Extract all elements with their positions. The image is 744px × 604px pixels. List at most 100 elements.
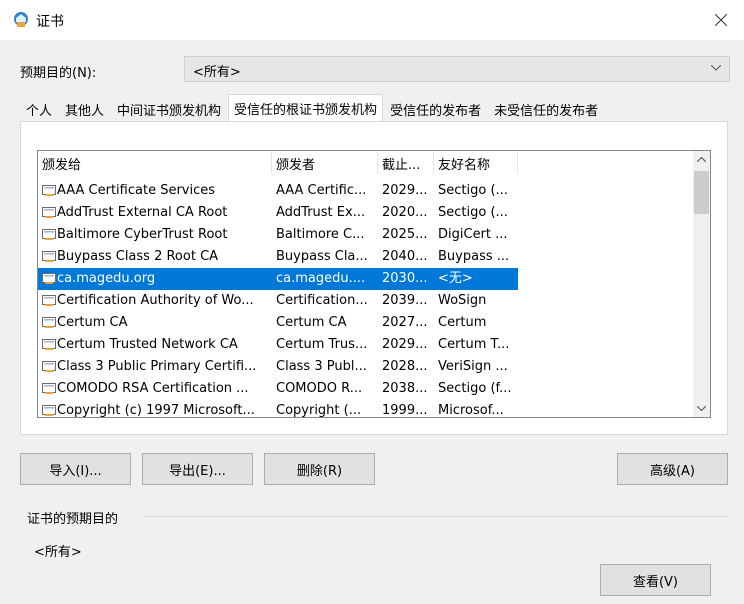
list-item[interactable]: AAA Certificate Services AAA Certific...… — [38, 180, 518, 202]
delete-button[interactable]: 删除(R) — [264, 453, 375, 485]
issued-by: AddTrust Ex... — [276, 205, 366, 220]
chevron-down-icon — [697, 406, 706, 411]
certificate-icon — [14, 12, 28, 27]
expiration-date: 2040... — [382, 249, 428, 264]
export-button[interactable]: 导出(E)... — [142, 453, 253, 485]
scrollbar-thumb[interactable] — [694, 171, 709, 214]
list-item[interactable]: COMODO RSA Certification ... COMODO R...… — [38, 378, 518, 400]
issued-by: COMODO R... — [276, 381, 363, 396]
expiration-date: 2030... — [382, 271, 428, 286]
expiration-date: 1999... — [382, 403, 428, 418]
purpose-select[interactable]: <所有> — [184, 56, 730, 82]
issued-by: Copyright (... — [276, 403, 362, 418]
list-item[interactable]: Buypass Class 2 Root CA Buypass Cla... 2… — [38, 246, 518, 268]
friendly-name: Certum T... — [438, 337, 510, 352]
issued-by: Buypass Cla... — [276, 249, 368, 264]
issued-to: AddTrust External CA Root — [57, 205, 228, 220]
tab-panel: 颁发给 颁发者 截止... 友好名称 AAA Certificate Servi… — [20, 121, 728, 435]
certificate-icon — [42, 207, 56, 218]
friendly-name: VeriSign ... — [438, 359, 508, 374]
friendly-name: Buypass ... — [438, 249, 510, 264]
tab-intermediate-ca[interactable]: 中间证书颁发机构 — [111, 96, 227, 120]
issued-by: Baltimore C... — [276, 227, 365, 242]
expiration-date: 2028... — [382, 359, 428, 374]
column-issued-to[interactable]: 颁发给 — [38, 151, 272, 174]
group-divider — [142, 516, 728, 517]
list-item[interactable]: Class 3 Public Primary Certifi... Class … — [38, 356, 518, 378]
import-button[interactable]: 导入(I)... — [20, 453, 131, 485]
friendly-name: Sectigo (f... — [438, 381, 512, 396]
issued-by: Certum Trus... — [276, 337, 368, 352]
window-title: 证书 — [36, 14, 64, 30]
issued-by: Certification... — [276, 293, 368, 308]
certificate-icon — [42, 273, 56, 284]
chevron-up-icon — [697, 157, 706, 162]
certificate-icon — [42, 405, 56, 416]
purpose-select-value: <所有> — [193, 65, 241, 80]
title-bar: 证书 — [0, 0, 744, 40]
certificate-list[interactable]: 颁发给 颁发者 截止... 友好名称 AAA Certificate Servi… — [37, 150, 711, 418]
issued-to: Class 3 Public Primary Certifi... — [57, 359, 257, 374]
column-expiration[interactable]: 截止... — [378, 151, 434, 174]
expiration-date: 2025... — [382, 227, 428, 242]
list-item[interactable]: AddTrust External CA Root AddTrust Ex...… — [38, 202, 518, 224]
certificate-icon — [42, 339, 56, 350]
list-item[interactable]: Copyright (c) 1997 Microsoft... Copyrigh… — [38, 400, 518, 418]
issued-to: Copyright (c) 1997 Microsoft... — [57, 403, 255, 418]
certificate-icon — [42, 361, 56, 372]
expiration-date: 2020... — [382, 205, 428, 220]
issued-to: Buypass Class 2 Root CA — [57, 249, 219, 264]
chevron-down-icon — [711, 65, 721, 71]
column-issued-by[interactable]: 颁发者 — [272, 151, 378, 174]
view-button[interactable]: 查看(V) — [600, 564, 711, 596]
friendly-name: Sectigo (... — [438, 205, 508, 220]
issued-to: ca.magedu.org — [57, 271, 156, 286]
purposes-group-label: 证书的预期目的 — [27, 512, 119, 527]
expiration-date: 2038... — [382, 381, 428, 396]
tab-trusted-root-ca[interactable]: 受信任的根证书颁发机构 — [228, 94, 384, 121]
list-item[interactable]: Certification Authority of Wo... Certifi… — [38, 290, 518, 312]
list-item-selected[interactable]: ca.magedu.org ca.magedu.... 2030... <无> — [38, 268, 518, 290]
issued-to: Certum Trusted Network CA — [57, 337, 238, 352]
advanced-button[interactable]: 高级(A) — [617, 453, 728, 485]
list-item[interactable]: Certum Trusted Network CA Certum Trus...… — [38, 334, 518, 356]
issued-to: COMODO RSA Certification ... — [57, 381, 249, 396]
tab-untrusted-publishers[interactable]: 未受信任的发布者 — [488, 96, 604, 120]
vertical-scrollbar[interactable] — [693, 151, 710, 417]
certificate-icon — [42, 295, 56, 306]
list-header: 颁发给 颁发者 截止... 友好名称 — [38, 151, 693, 174]
friendly-name: Certum — [438, 315, 487, 330]
purposes-value: <所有> — [34, 545, 82, 560]
friendly-name: <无> — [438, 271, 473, 286]
list-item[interactable]: Certum CA Certum CA 2027... Certum — [38, 312, 518, 334]
issued-to: Certification Authority of Wo... — [57, 293, 254, 308]
issued-to: Certum CA — [57, 315, 128, 330]
expiration-date: 2029... — [382, 337, 428, 352]
tab-personal[interactable]: 个人 — [20, 96, 58, 120]
certificate-icon — [42, 229, 56, 240]
issued-by: ca.magedu.... — [276, 271, 366, 286]
tab-trusted-publishers[interactable]: 受信任的发布者 — [384, 96, 487, 120]
certificate-icon — [42, 317, 56, 328]
scroll-up-button[interactable] — [693, 151, 710, 168]
tab-strip: 个人 其他人 中间证书颁发机构 受信任的根证书颁发机构 受信任的发布者 未受信任… — [20, 94, 605, 121]
purpose-label: 预期目的(N): — [20, 66, 97, 81]
friendly-name: Sectigo (... — [438, 183, 508, 198]
friendly-name: WoSign — [438, 293, 487, 308]
issued-to: AAA Certificate Services — [57, 183, 216, 198]
close-button[interactable] — [698, 0, 744, 40]
expiration-date: 2029... — [382, 183, 428, 198]
scroll-down-button[interactable] — [693, 400, 710, 417]
close-icon — [715, 14, 727, 26]
friendly-name: DigiCert ... — [438, 227, 508, 242]
certificate-icon — [42, 383, 56, 394]
tab-other-people[interactable]: 其他人 — [59, 96, 110, 120]
certificate-icon — [42, 185, 56, 196]
issued-by: AAA Certific... — [276, 183, 367, 198]
issued-by: Class 3 Publ... — [276, 359, 367, 374]
list-item[interactable]: Baltimore CyberTrust Root Baltimore C...… — [38, 224, 518, 246]
column-friendly-name[interactable]: 友好名称 — [434, 151, 518, 174]
certificate-icon — [42, 251, 56, 262]
expiration-date: 2027... — [382, 315, 428, 330]
expiration-date: 2039... — [382, 293, 428, 308]
